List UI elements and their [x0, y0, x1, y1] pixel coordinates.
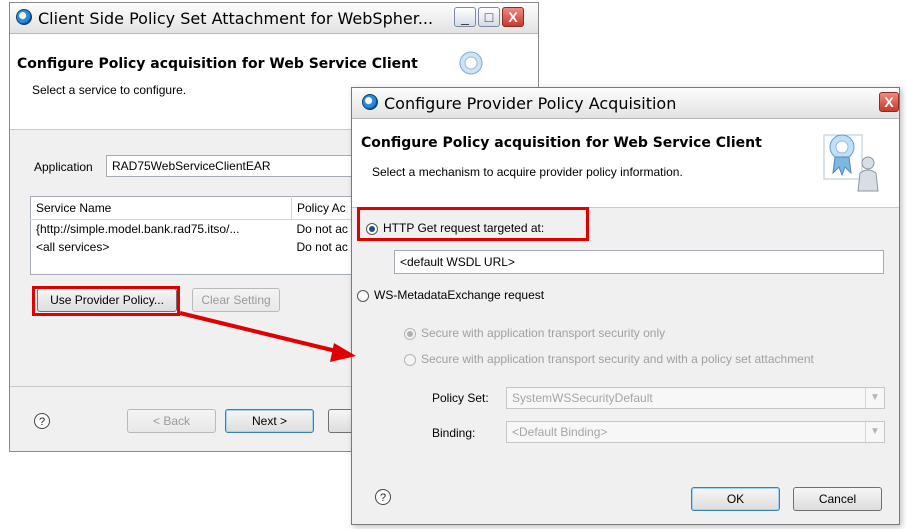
back-button[interactable]: < Back: [127, 409, 216, 433]
chevron-down-icon[interactable]: ▼: [865, 422, 884, 442]
binding-select[interactable]: <Default Binding> ▼: [506, 421, 885, 443]
policy-set-label: Policy Set:: [432, 391, 489, 405]
back-titlebar[interactable]: Client Side Policy Set Attachment for We…: [10, 3, 538, 34]
clear-setting-button[interactable]: Clear Setting: [192, 288, 280, 312]
cancel-button[interactable]: Cancel: [793, 487, 882, 511]
column-service-name[interactable]: Service Name: [30, 196, 292, 220]
back-header-subtitle: Select a service to configure.: [32, 83, 187, 97]
maximize-button[interactable]: □: [478, 7, 500, 27]
ws-metadata-label[interactable]: WS-MetadataExchange request: [374, 288, 544, 302]
application-label: Application: [34, 160, 93, 174]
ws-metadata-radio[interactable]: [357, 290, 369, 302]
front-window-title: Configure Provider Policy Acquisition: [384, 94, 677, 113]
policy-set-select[interactable]: SystemWSSecurityDefault ▼: [506, 387, 885, 409]
secure-transport-only-radio[interactable]: [404, 328, 416, 340]
front-titlebar[interactable]: Configure Provider Policy Acquisition X: [352, 88, 899, 119]
back-header-title: Configure Policy acquisition for Web Ser…: [17, 56, 418, 72]
help-icon[interactable]: ?: [34, 413, 50, 429]
secure-transport-policy-radio[interactable]: [404, 354, 416, 366]
services-table: Service Name Policy Ac {http://simple.mo…: [30, 196, 370, 275]
wsdl-url-input[interactable]: <default WSDL URL>: [394, 250, 884, 274]
back-window-title: Client Side Policy Set Attachment for We…: [38, 9, 434, 28]
close-button[interactable]: X: [502, 7, 524, 27]
front-header-subtitle: Select a mechanism to acquire provider p…: [372, 165, 683, 179]
table-row[interactable]: <all services> Do not ac: [31, 238, 370, 256]
secure-transport-only-label: Secure with application transport securi…: [421, 326, 666, 340]
front-header: Configure Policy acquisition for Web Ser…: [352, 119, 899, 208]
policy-set-value: SystemWSSecurityDefault: [512, 391, 653, 405]
wizard-banner-icon: [823, 134, 879, 192]
highlight-http-get: [357, 207, 589, 241]
close-button[interactable]: X: [879, 92, 899, 112]
next-button[interactable]: Next >: [225, 409, 314, 433]
secure-transport-policy-label: Secure with application transport securi…: [421, 352, 814, 366]
table-cell: {http://simple.model.bank.rad75.itso/...: [36, 222, 240, 236]
minimize-button[interactable]: _: [454, 7, 476, 27]
help-icon[interactable]: ?: [375, 489, 391, 505]
provider-policy-dialog: Configure Provider Policy Acquisition X …: [351, 87, 900, 525]
binding-value: <Default Binding>: [512, 425, 608, 439]
ok-button[interactable]: OK: [691, 487, 780, 511]
table-row[interactable]: {http://simple.model.bank.rad75.itso/...…: [31, 220, 370, 239]
table-cell: <all services>: [36, 240, 110, 254]
front-body: HTTP Get request targeted at: <default W…: [352, 208, 899, 524]
chevron-down-icon[interactable]: ▼: [865, 388, 884, 408]
front-header-title: Configure Policy acquisition for Web Ser…: [361, 135, 762, 151]
binding-label: Binding:: [432, 426, 476, 440]
highlight-use-provider: [32, 286, 180, 316]
window-icon: [362, 94, 378, 110]
window-icon: [16, 9, 32, 25]
application-field[interactable]: RAD75WebServiceClientEAR: [106, 155, 366, 177]
